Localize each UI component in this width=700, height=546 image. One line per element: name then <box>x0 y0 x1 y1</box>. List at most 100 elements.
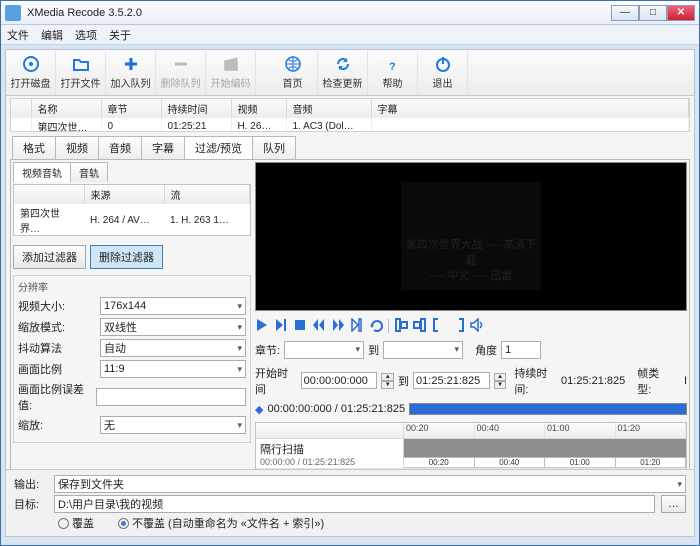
track-table: 来源流 第四次世界…H. 264 / AV…1. H. 263 1… <box>13 184 251 236</box>
add-filter-button[interactable]: 添加过滤器 <box>13 245 86 269</box>
step-icon[interactable] <box>350 318 364 335</box>
duration-label: 持续时间: <box>514 365 557 397</box>
clapper-icon <box>222 55 240 73</box>
zoom-select[interactable]: 无 <box>100 416 246 434</box>
timeline-track[interactable]: 隔行扫描00:00:00 / 01:25:21:825👁 00:2000:400… <box>256 439 686 469</box>
scale-mode-label: 缩放模式: <box>18 319 96 335</box>
tab-subtitle[interactable]: 字幕 <box>141 136 185 159</box>
exit-button[interactable]: 退出 <box>418 51 468 95</box>
resolution-group: 分辨率 视频大小:176x144 缩放模式:双线性 抖动算法自动 画面比例11:… <box>13 275 251 443</box>
to-label: 到 <box>368 342 379 358</box>
stop-icon[interactable] <box>293 318 307 335</box>
maximize-button[interactable]: □ <box>639 5 667 21</box>
frametype-label: 帧类型: <box>637 365 670 397</box>
play-icon[interactable] <box>255 318 269 335</box>
chapter-to-select[interactable] <box>383 341 463 359</box>
menubar: 文件 编辑 选项 关于 <box>1 25 699 45</box>
subtab-audio-track[interactable]: 音轨 <box>70 162 108 182</box>
mark-in-icon[interactable] <box>394 318 408 335</box>
angle-label: 角度 <box>475 342 497 358</box>
subtab-video-track[interactable]: 视频音轨 <box>13 162 71 182</box>
overwrite-radio[interactable]: 覆盖 <box>58 515 94 531</box>
video-size-select[interactable]: 176x144 <box>100 297 246 315</box>
preview-thumbnail: 第四次世界大战 ---- 高清下载 ---- 中文 ---- 迅雷 <box>401 182 541 290</box>
aspect-err-input[interactable] <box>96 388 246 406</box>
chapter-from-select[interactable] <box>284 341 364 359</box>
output-panel: 输出: 保存到文件夹 目标: … 覆盖 不覆盖 (自动重命名为 «文件名 + 索引»… <box>6 469 694 536</box>
add-queue-button[interactable]: 加入队列 <box>106 51 156 95</box>
remove-filter-button[interactable]: 删除过滤器 <box>90 245 163 269</box>
start-time-input[interactable]: 00:00:00:000 <box>301 372 378 389</box>
svg-text:?: ? <box>389 61 396 73</box>
start-spinner[interactable]: ▲▼ <box>381 373 394 389</box>
refresh-icon <box>334 55 352 73</box>
help-button[interactable]: ?帮助 <box>368 51 418 95</box>
menu-file[interactable]: 文件 <box>7 27 29 43</box>
no-overwrite-radio[interactable]: 不覆盖 (自动重命名为 «文件名 + 索引») <box>118 515 324 531</box>
next-icon[interactable] <box>274 318 288 335</box>
zoom-label: 缩放: <box>18 417 96 433</box>
bracket-in-icon[interactable] <box>432 318 446 335</box>
aspect-err-label: 画面比例误差值: <box>18 381 92 413</box>
table-header-row: 名称 章节 持续时间 视频 音频 字幕 <box>11 99 689 118</box>
dither-label: 抖动算法 <box>18 340 96 356</box>
dest-label: 目标: <box>14 496 48 512</box>
aspect-label: 画面比例 <box>18 361 96 377</box>
output-mode-select[interactable]: 保存到文件夹 <box>54 475 686 493</box>
globe-icon <box>284 55 302 73</box>
scale-mode-select[interactable]: 双线性 <box>100 318 246 336</box>
rewind-icon[interactable] <box>312 318 326 335</box>
open-file-button[interactable]: 打开文件 <box>56 51 106 95</box>
home-button[interactable]: 首页 <box>268 51 318 95</box>
duration-value: 01:25:21:825 <box>561 375 625 387</box>
start-label: 开始时间 <box>255 365 297 397</box>
fastfwd-icon[interactable] <box>331 318 345 335</box>
job-table: 名称 章节 持续时间 视频 音频 字幕 第四次世… 0 01:25:21 H. … <box>10 98 690 132</box>
tab-queue[interactable]: 队列 <box>252 136 296 159</box>
plus-icon <box>122 55 140 73</box>
open-disc-button[interactable]: 打开磁盘 <box>6 51 56 95</box>
start-encode-button[interactable]: 开始编码 <box>206 51 256 95</box>
browse-button[interactable]: … <box>661 495 686 513</box>
remove-queue-button[interactable]: 删除队列 <box>156 51 206 95</box>
progress-bar[interactable] <box>409 403 687 415</box>
window-title: XMedia Recode 3.5.2.0 <box>27 7 142 19</box>
minimize-button[interactable]: — <box>611 5 639 21</box>
menu-edit[interactable]: 编辑 <box>41 27 63 43</box>
dither-select[interactable]: 自动 <box>100 339 246 357</box>
position-readout: 00:00:00:000 / 01:25:21:825 <box>267 403 405 415</box>
folder-icon <box>72 55 90 73</box>
angle-input[interactable] <box>501 341 541 359</box>
end-time-input[interactable]: 01:25:21:825 <box>413 372 490 389</box>
app-icon <box>5 5 21 21</box>
menu-options[interactable]: 选项 <box>75 27 97 43</box>
frametype-value: I <box>684 375 687 387</box>
output-label: 输出: <box>14 476 48 492</box>
tab-format[interactable]: 格式 <box>12 136 56 159</box>
tab-audio[interactable]: 音频 <box>98 136 142 159</box>
aspect-select[interactable]: 11:9 <box>100 360 246 378</box>
table-row[interactable]: 第四次世界…H. 264 / AV…1. H. 263 1… <box>14 204 250 236</box>
speaker-icon[interactable] <box>470 318 484 335</box>
tab-video[interactable]: 视频 <box>55 136 99 159</box>
close-button[interactable]: ✕ <box>667 5 695 21</box>
titlebar: XMedia Recode 3.5.2.0 — □ ✕ <box>1 1 699 25</box>
tab-filter[interactable]: 过滤/预览 <box>184 136 253 159</box>
power-icon <box>434 55 452 73</box>
end-spinner[interactable]: ▲▼ <box>494 373 507 389</box>
table-row[interactable]: 第四次世… 0 01:25:21 H. 26… 1. AC3 (Dol… <box>11 118 689 132</box>
chapter-label: 章节: <box>255 342 280 358</box>
group-title: 分辨率 <box>18 279 246 294</box>
check-update-button[interactable]: 检查更新 <box>318 51 368 95</box>
menu-about[interactable]: 关于 <box>109 27 131 43</box>
diamond-icon: ◆ <box>255 403 263 416</box>
dest-input[interactable] <box>54 495 655 513</box>
toolbar: 打开磁盘 打开文件 加入队列 删除队列 开始编码 首页 检查更新 ?帮助 退出 <box>6 50 694 96</box>
preview-area: 第四次世界大战 ---- 高清下载 ---- 中文 ---- 迅雷 <box>255 162 687 311</box>
repeat-icon[interactable] <box>369 318 383 335</box>
main-tabs: 格式 视频 音频 字幕 过滤/预览 队列 <box>10 136 690 159</box>
playback-controls <box>255 316 687 337</box>
disc-icon <box>22 55 40 73</box>
bracket-out-icon[interactable] <box>451 318 465 335</box>
mark-out-icon[interactable] <box>413 318 427 335</box>
